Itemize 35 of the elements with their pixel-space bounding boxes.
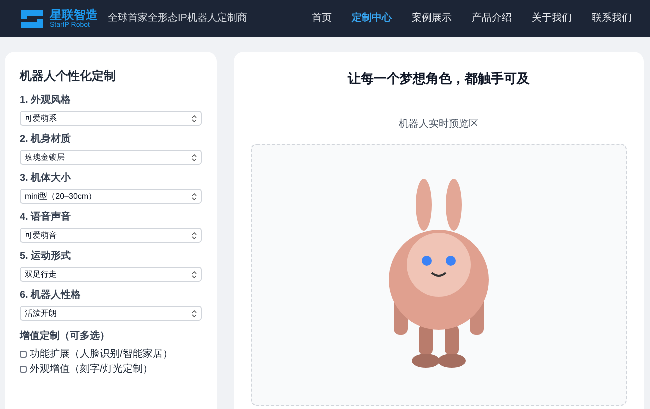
select-field[interactable]: mini型（20–30cm）: [20, 189, 202, 204]
preview-title: 机器人实时预览区: [399, 118, 479, 132]
select-field[interactable]: 可爱萌系: [20, 111, 202, 126]
tagline: 全球首家全形态IP机器人定制商: [108, 12, 248, 26]
updown-icon: [192, 114, 197, 122]
nav-link[interactable]: 案例展示: [412, 11, 452, 26]
updown-icon: [192, 310, 197, 318]
updown-icon: [192, 270, 197, 278]
slogan: 让每一个梦想角色，都触手可及: [348, 70, 530, 88]
form-title: 机器人个性化定制: [20, 68, 117, 85]
updown-icon: [192, 232, 197, 240]
nav-link[interactable]: 定制中心: [352, 11, 392, 26]
checkbox[interactable]: [20, 351, 27, 358]
nav-link[interactable]: 关于我们: [532, 11, 572, 26]
select-field[interactable]: 活泼开朗: [20, 306, 202, 321]
nav-link[interactable]: 联系我们: [592, 11, 632, 26]
checkbox[interactable]: [20, 366, 27, 373]
logo-name: 星联智造: [50, 8, 98, 20]
field-label: 4. 语音声音: [20, 212, 72, 224]
addons-title: 增值定制（可多选）: [20, 331, 111, 343]
select-field[interactable]: 可爱萌音: [20, 228, 202, 243]
select-field[interactable]: 玫瑰金镀层: [20, 150, 202, 165]
nav-link[interactable]: 产品介绍: [472, 11, 512, 26]
updown-icon: [192, 192, 197, 200]
nav-link[interactable]: 首页: [312, 11, 332, 26]
checkbox-label: 功能扩展（人脸识别/智能家居）: [30, 348, 173, 361]
select-field[interactable]: 双足行走: [20, 267, 202, 282]
field-label: 6. 机器人性格: [20, 290, 82, 302]
field-label: 3. 机体大小: [20, 173, 72, 185]
checkbox-label: 外观增值（刻字/灯光定制）: [30, 363, 153, 376]
field-label: 5. 运动形式: [20, 251, 72, 263]
updown-icon: [192, 154, 197, 162]
field-label: 1. 外观风格: [20, 95, 72, 107]
logo-icon: [18, 8, 46, 30]
field-label: 2. 机身材质: [20, 134, 72, 146]
